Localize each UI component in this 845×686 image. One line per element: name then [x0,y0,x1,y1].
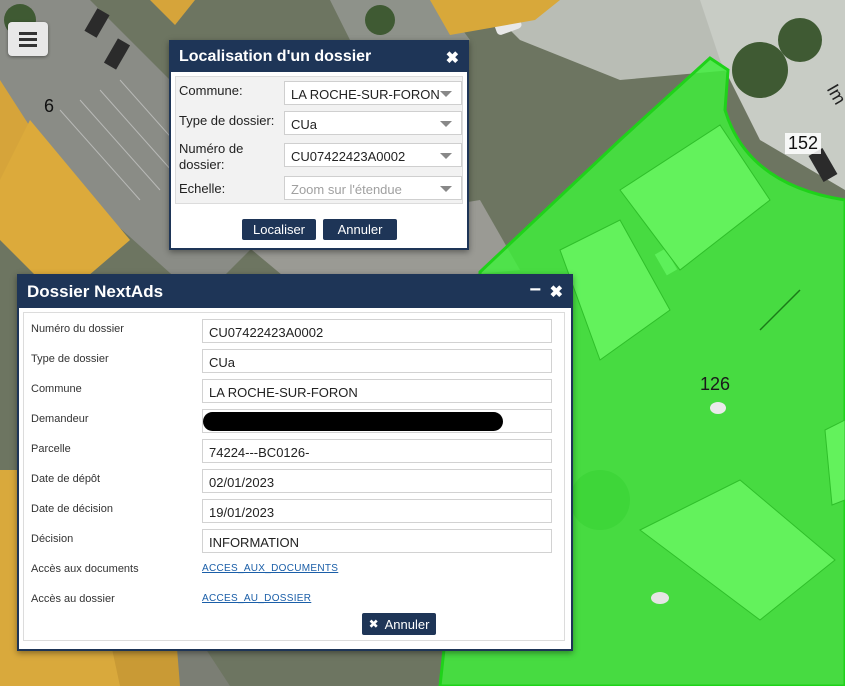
type-dossier-select[interactable]: CUa [284,111,462,135]
numero-dossier-value: CU07422423A0002 [291,149,406,164]
acces-dossier-link[interactable]: ACCES_AU_DOSSIER [202,593,311,604]
field-label: Accès au dossier [31,593,115,605]
numero-dossier-label-line2: dossier: [179,157,225,172]
acces-documents-link[interactable]: ACCES_AUX_DOCUMENTS [202,563,338,574]
field-label: Type de dossier [31,353,109,365]
nextads-title-bar[interactable]: Dossier NextAds − ✖ [19,276,571,308]
field-label: Accès aux documents [31,563,139,575]
parcel-number-label: 6 [44,96,55,116]
commune-field[interactable]: LA ROCHE-SUR-FORON [202,379,552,403]
map-menu-button[interactable] [8,22,48,56]
dropdown-arrow-icon [440,91,452,97]
dropdown-arrow-icon [440,121,452,127]
parcelle-field[interactable]: 74224---BC0126- [202,439,552,463]
localisation-title: Localisation d'un dossier [179,48,372,65]
echelle-label: Echelle: [179,181,226,196]
date-depot-field[interactable]: 02/01/2023 [202,469,552,493]
redaction-mark [203,412,503,431]
annuler-button[interactable]: ✖ Annuler [362,613,436,635]
echelle-placeholder: Zoom sur l'étendue [291,182,402,197]
nextads-title: Dossier NextAds [27,282,164,301]
field-label: Parcelle [31,443,71,455]
localiser-button[interactable]: Localiser [242,219,316,240]
field-label: Date de dépôt [31,473,101,485]
nextads-details: Numéro du dossier CU07422423A0002 Type d… [23,312,565,641]
type-dossier-label: Type de dossier: [179,113,275,128]
hamburger-menu-icon [19,32,37,47]
localisation-title-bar[interactable]: Localisation d'un dossier ✖ [171,42,467,72]
nextads-dialog: Dossier NextAds − ✖ Numéro du dossier CU… [17,274,573,651]
echelle-select[interactable]: Zoom sur l'étendue [284,176,462,200]
annuler-button[interactable]: Annuler [323,219,397,240]
close-icon[interactable]: ✖ [550,282,563,302]
field-label: Numéro du dossier [31,323,124,335]
close-icon: ✖ [368,617,379,631]
parcel-number-label: 126 [700,374,731,394]
dropdown-arrow-icon [440,186,452,192]
dropdown-arrow-icon [440,153,452,159]
demandeur-field[interactable] [202,409,552,433]
field-label: Date de décision [31,503,113,515]
field-label: Décision [31,533,74,545]
close-icon[interactable]: ✖ [446,48,459,68]
type-dossier-field[interactable]: CUa [202,349,552,373]
field-label: Commune [31,383,82,395]
annuler-label: Annuler [384,616,430,632]
parcel-number-label: 152 [785,133,822,154]
type-dossier-value: CUa [291,117,318,132]
numero-dossier-select[interactable]: CU07422423A0002 [284,143,462,167]
commune-label: Commune: [179,83,243,98]
localisation-form: Commune: LA ROCHE-SUR-FORON Type de doss… [175,76,463,204]
field-label: Demandeur [31,413,89,425]
localisation-dialog: Localisation d'un dossier ✖ Commune: LA … [169,40,469,250]
date-decision-field[interactable]: 19/01/2023 [202,499,552,523]
commune-value: LA ROCHE-SUR-FORON [291,87,440,102]
decision-field[interactable]: INFORMATION [202,529,552,553]
numero-dossier-label-line1: Numéro de [179,141,244,156]
minimize-icon[interactable]: − [529,279,541,302]
numero-dossier-field[interactable]: CU07422423A0002 [202,319,552,343]
commune-select[interactable]: LA ROCHE-SUR-FORON [284,81,462,105]
